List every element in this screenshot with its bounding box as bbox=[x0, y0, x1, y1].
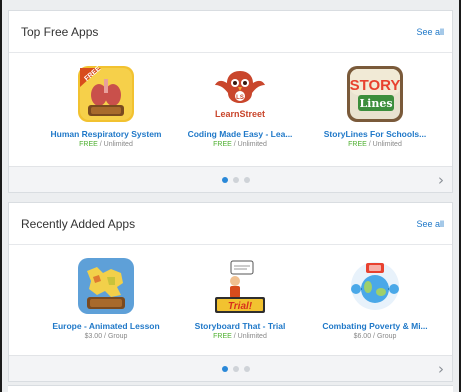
app-price: $3.00 / Group bbox=[84, 333, 128, 340]
app-price: FREE / Unlimited bbox=[213, 141, 267, 148]
license-value: Unlimited bbox=[103, 141, 133, 148]
page-dot-3[interactable] bbox=[244, 366, 250, 372]
app-card[interactable]: Trial! Storyboard That - Trial FREE / Un… bbox=[174, 257, 306, 340]
chevron-right-icon[interactable]: › bbox=[438, 360, 444, 378]
app-name[interactable]: Human Respiratory System bbox=[40, 129, 172, 139]
section-title: Recently Added Apps bbox=[21, 216, 136, 231]
app-card[interactable]: LS LearnStreet Coding Made Easy - Lea...… bbox=[174, 65, 306, 148]
app-name[interactable]: Europe - Animated Lesson bbox=[40, 321, 172, 331]
license-value: Unlimited bbox=[372, 141, 402, 148]
app-price: FREE / Unlimited bbox=[213, 333, 267, 340]
app-card[interactable]: FREE Human Respiratory System FREE / Unl… bbox=[40, 65, 172, 148]
europe-map-icon[interactable] bbox=[77, 257, 135, 315]
section-header: Top Free Apps See all bbox=[9, 11, 452, 53]
app-carousel: FREE Human Respiratory System FREE / Unl… bbox=[9, 53, 452, 158]
recently-added-apps-section: Recently Added Apps See all Europe - Ani… bbox=[8, 202, 453, 382]
respiratory-icon[interactable]: FREE bbox=[77, 65, 135, 123]
page-dot-1[interactable] bbox=[222, 366, 228, 372]
section-title: Top Free Apps bbox=[21, 24, 99, 39]
price-value: FREE bbox=[348, 141, 367, 148]
license-value: Group bbox=[107, 333, 128, 340]
app-name[interactable]: Combating Poverty & Mi... bbox=[309, 321, 441, 331]
price-value: FREE bbox=[213, 141, 232, 148]
storylines-logo-subtitle: Lines bbox=[359, 97, 392, 110]
license-value: Group bbox=[376, 333, 397, 340]
page-dot-3[interactable] bbox=[244, 177, 250, 183]
app-name[interactable]: Storyboard That - Trial bbox=[174, 321, 306, 331]
top-free-apps-section: Top Free Apps See all FREE Human Respira… bbox=[8, 10, 453, 193]
price-value: $3.00 bbox=[84, 333, 103, 340]
learnstreet-icon[interactable]: LS LearnStreet bbox=[211, 65, 269, 123]
storyboard-icon[interactable]: Trial! bbox=[211, 257, 269, 315]
app-price: FREE / Unlimited bbox=[348, 141, 402, 148]
app-name[interactable]: Coding Made Easy - Lea... bbox=[174, 129, 306, 139]
app-card[interactable]: Europe - Animated Lesson $3.00 / Group bbox=[40, 257, 172, 340]
poverty-icon[interactable] bbox=[346, 257, 404, 315]
app-card[interactable]: STORY Lines StoryLines For Schools... FR… bbox=[309, 65, 441, 148]
app-price: FREE / Unlimited bbox=[79, 141, 133, 148]
learnstreet-logo-text: LearnStreet bbox=[215, 109, 265, 119]
section-header: Recently Added Apps See all bbox=[9, 203, 452, 245]
chevron-right-icon[interactable]: › bbox=[438, 171, 444, 189]
storylines-logo-title: STORY bbox=[350, 77, 401, 94]
pagination-dots bbox=[222, 366, 250, 372]
see-all-link[interactable]: See all bbox=[416, 219, 444, 229]
app-price: $6.00 / Group bbox=[353, 333, 397, 340]
page-dot-2[interactable] bbox=[233, 366, 239, 372]
license-value: Unlimited bbox=[237, 333, 267, 340]
app-card[interactable]: Combating Poverty & Mi... $6.00 / Group bbox=[309, 257, 441, 340]
storylines-icon[interactable]: STORY Lines bbox=[346, 65, 404, 123]
trial-badge-text: Trial! bbox=[228, 301, 253, 312]
carousel-footer: › bbox=[9, 355, 452, 381]
price-value: FREE bbox=[79, 141, 98, 148]
svg-text:LS: LS bbox=[236, 95, 244, 101]
license-value: Unlimited bbox=[237, 141, 267, 148]
pagination-dots bbox=[222, 177, 250, 183]
see-all-link[interactable]: See all bbox=[416, 27, 444, 37]
page-dot-2[interactable] bbox=[233, 177, 239, 183]
next-section-edge bbox=[8, 385, 453, 392]
carousel-footer: › bbox=[9, 166, 452, 192]
app-name[interactable]: StoryLines For Schools... bbox=[309, 129, 441, 139]
page-dot-1[interactable] bbox=[222, 177, 228, 183]
price-value: FREE bbox=[213, 333, 232, 340]
app-carousel: Europe - Animated Lesson $3.00 / Group T… bbox=[9, 245, 452, 350]
price-value: $6.00 bbox=[353, 333, 372, 340]
